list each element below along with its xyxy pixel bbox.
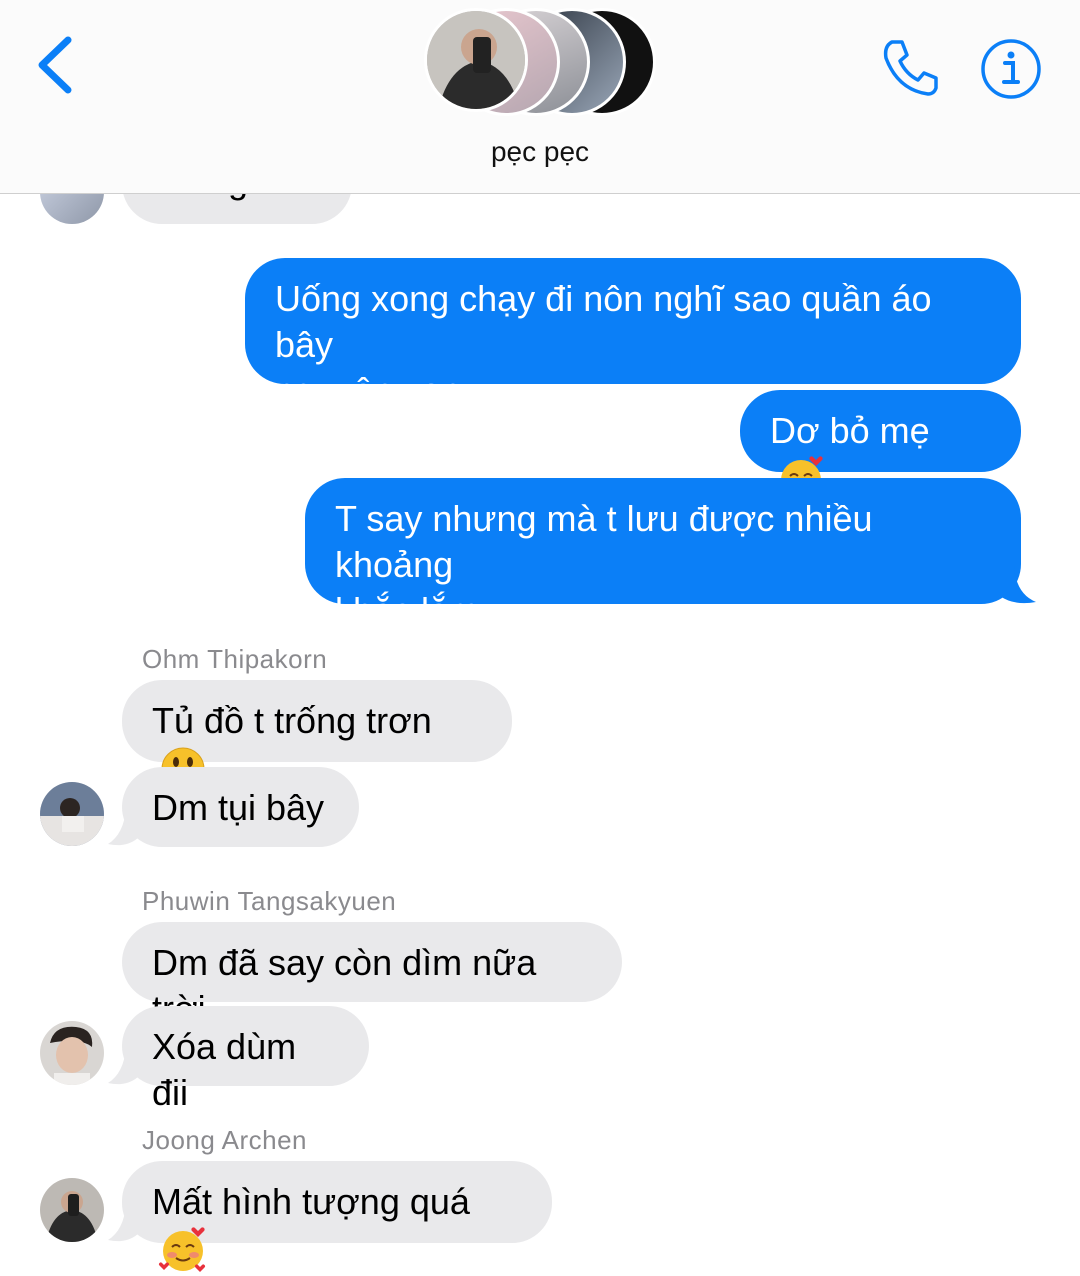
message-text: Tủ đồ t trống trơn: [152, 700, 432, 741]
group-avatar-stack[interactable]: [422, 8, 662, 118]
sender-name: Ohm Thipakorn: [142, 644, 328, 674]
sender-name: Phuwin Tangsakyuen: [142, 886, 397, 916]
message-bubble-received[interactable]: Dm tụi bây: [122, 767, 359, 847]
message-bubble-received[interactable]: Xóa dùm đii: [122, 1006, 369, 1113]
message-text: Dm tụi bây: [152, 787, 325, 828]
message-bubble-received[interactable]: Tủ đồ t trống trơn: [122, 680, 512, 791]
chat-header: pẹc pẹc: [0, 0, 1080, 194]
avatar-phuwin[interactable]: [40, 1021, 104, 1085]
message-bubble-sent[interactable]: T say nhưng mà t lưu được nhiều khoảng k…: [305, 478, 1021, 631]
sender-name: Joong Archen: [142, 1125, 308, 1155]
phone-icon: [883, 40, 938, 96]
message-bubble-sent[interactable]: Uống xong chạy đi nôn nghĩ sao quần áo b…: [245, 258, 1021, 411]
group-avatar-main: [424, 8, 528, 112]
avatar-ohm[interactable]: [40, 782, 104, 846]
group-name[interactable]: pẹc pẹc: [0, 136, 1080, 168]
message-text-line: T say nhưng mà t lưu được nhiều khoảng: [335, 498, 873, 585]
message-bubble-received[interactable]: Mất hình tượng quá: [122, 1161, 552, 1272]
received-bubble-tail: [108, 1047, 138, 1085]
message-text-line: Uống xong chạy đi nôn nghĩ sao quần áo b…: [275, 278, 932, 365]
call-button[interactable]: [878, 36, 942, 100]
received-bubble-tail: [108, 1204, 138, 1242]
back-button[interactable]: [28, 30, 88, 100]
message-bubble-sent[interactable]: Dơ bỏ mẹ: [740, 390, 1021, 501]
message-text: Xóa dùm đii: [152, 1026, 297, 1113]
info-icon: [981, 39, 1041, 99]
message-bubble-received[interactable]: Dm đã say còn dìm nữa trời: [122, 922, 622, 1029]
message-text: Dơ bỏ mẹ: [770, 410, 930, 451]
received-bubble-tail: [108, 808, 138, 846]
avatar-joong[interactable]: [40, 1178, 104, 1242]
smiling-face-with-hearts-icon: [158, 1227, 206, 1272]
message-text-line: khắc lắm: [335, 590, 480, 631]
message-text: Mất hình tượng quá: [152, 1181, 470, 1222]
sent-bubble-tail: [1000, 566, 1036, 604]
chevron-left-icon: [38, 36, 72, 94]
info-button[interactable]: [980, 38, 1042, 100]
